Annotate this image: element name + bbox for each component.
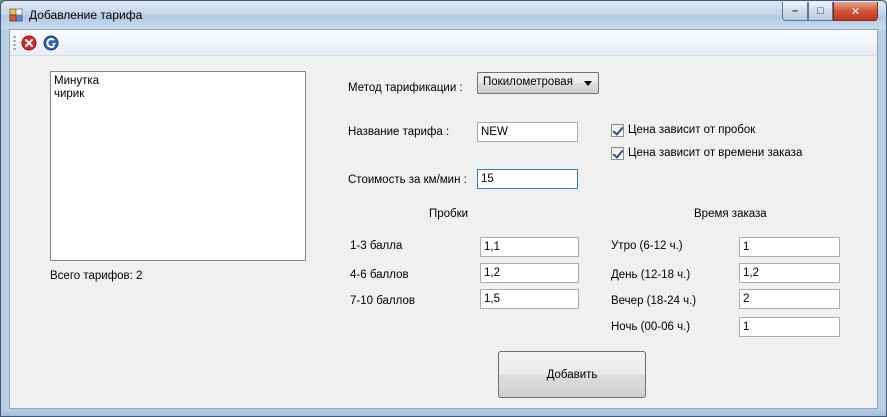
time-dependency-label[interactable]: Цена зависит от времени заказа [628, 147, 802, 159]
traffic-dependency-checkbox[interactable] [611, 124, 624, 137]
close-button[interactable]: ✕ [833, 2, 878, 21]
order-time-row-label: Вечер (18-24 ч.) [611, 295, 697, 307]
list-item[interactable]: Минутка [54, 75, 302, 88]
window-bottom-border [1, 409, 886, 416]
toolbar [10, 30, 877, 56]
order-time-row-label: Утро (6-12 ч.) [611, 240, 683, 252]
refresh-back-icon[interactable] [43, 35, 59, 51]
toolbar-grip-icon[interactable] [13, 35, 16, 51]
minimize-button[interactable]: – [782, 2, 808, 21]
order-time-row-label: Ночь (00-06 ч.) [611, 321, 691, 333]
traffic-row-label: 4-6 баллов [350, 269, 409, 281]
tariff-name-input[interactable]: NEW [477, 122, 578, 142]
app-window: Добавление тарифа – □ ✕ Минутка чирик Вс… [0, 0, 887, 417]
list-item[interactable]: чирик [54, 88, 302, 101]
tariff-listbox[interactable]: Минутка чирик [50, 71, 306, 261]
time-dependency-checkbox[interactable] [611, 147, 624, 160]
method-label: Метод тарификации : [348, 82, 463, 94]
cost-label: Стоимость за км/мин : [348, 174, 467, 186]
tariff-count-label: Всего тарифов: 2 [50, 270, 143, 282]
maximize-button[interactable]: □ [808, 2, 833, 21]
order-time-row-label: День (12-18 ч.) [611, 269, 691, 281]
add-tariff-button[interactable]: Добавить [498, 351, 646, 398]
traffic-1-3-input[interactable]: 1,1 [480, 237, 579, 257]
app-icon [9, 8, 23, 22]
tariff-method-value: Покилометровая [483, 76, 573, 88]
traffic-4-6-input[interactable]: 1,2 [480, 263, 579, 283]
morning-input[interactable]: 1 [739, 237, 840, 257]
traffic-dependency-label[interactable]: Цена зависит от пробок [628, 124, 755, 136]
cost-input[interactable]: 15 [477, 169, 578, 189]
title-bar[interactable]: Добавление тарифа – □ ✕ [1, 1, 886, 29]
traffic-7-10-input[interactable]: 1,5 [480, 289, 579, 309]
traffic-header: Пробки [429, 208, 469, 220]
chevron-down-icon [584, 81, 592, 86]
dialog-client-area: Минутка чирик Всего тарифов: 2 Метод тар… [9, 29, 878, 409]
evening-input[interactable]: 2 [739, 289, 840, 309]
traffic-row-label: 1-3 балла [350, 240, 403, 252]
order-time-header: Время заказа [694, 208, 767, 220]
night-input[interactable]: 1 [739, 317, 840, 337]
tariff-name-label: Название тарифа : [348, 126, 450, 138]
traffic-row-label: 7-10 баллов [350, 295, 415, 307]
tariff-method-select[interactable]: Покилометровая [477, 72, 599, 94]
close-red-icon[interactable] [21, 35, 37, 51]
day-input[interactable]: 1,2 [739, 263, 840, 283]
window-title: Добавление тарифа [29, 8, 143, 22]
